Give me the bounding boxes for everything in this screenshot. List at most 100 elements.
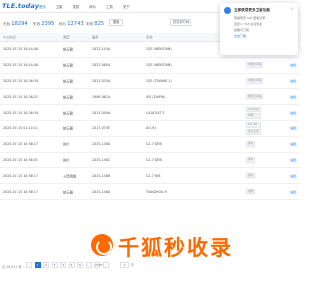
table-row[interactable]: 2025-07-15 10:44:48 航天器 2022-065A CSS (WENT… bbox=[0, 58, 300, 74]
cell-time: 2025-07-15 10:36:21 bbox=[3, 94, 39, 99]
cell-number: 2025-148A bbox=[92, 189, 111, 194]
page-button[interactable]: › bbox=[102, 262, 109, 268]
cell-name[interactable]: CSS (TIANHE-1) bbox=[146, 79, 172, 83]
table-row[interactable]: 2025-07-15 10:36:34 航天器 2013-049A LILACSAT … bbox=[0, 105, 300, 121]
page-button[interactable]: ‹ bbox=[26, 262, 32, 268]
table-row[interactable]: 2025-07-15 10:36:34 航天器 2021-035A CSS (TIAN… bbox=[0, 74, 300, 90]
cell-type: 碎片 bbox=[63, 158, 70, 163]
cell-type: 航天器 bbox=[63, 47, 73, 52]
goto-page-input[interactable]: 1 bbox=[120, 262, 129, 268]
chevron-down-icon: ▾ bbox=[187, 20, 189, 24]
table-row[interactable]: 2025-07-15 01:14:11 航天器 2017-073E AO-91 Fox-… bbox=[0, 121, 300, 137]
cell-tags: 碎片 bbox=[246, 157, 256, 163]
cell-number: 2021-035A bbox=[92, 78, 111, 83]
cell-number: 2022-143A bbox=[92, 47, 111, 52]
cell-tags: 中国空间站 bbox=[246, 62, 264, 68]
cell-time: 2025-07-15 10:36:17 bbox=[3, 173, 39, 178]
cell-name[interactable]: CZ-7 DEB bbox=[146, 142, 162, 146]
cell-name[interactable]: LILACSAT 2 bbox=[146, 111, 165, 115]
page-button[interactable]: 1 bbox=[34, 262, 41, 268]
table-row[interactable]: 2025-07-15 10:36:31 碎片 2025-148C CZ-7 DEB 碎片… bbox=[0, 153, 300, 169]
sort-select[interactable]: 按发射时间 ▾ bbox=[170, 19, 191, 26]
page-button[interactable]: 2 bbox=[43, 262, 49, 268]
table-row[interactable]: 2025-07-15 10:36:17 碎片 2025-148D CZ-7 DEB 碎片… bbox=[0, 137, 300, 153]
tag-badge: 碎片 bbox=[246, 157, 256, 163]
cell-type: 航天器 bbox=[63, 126, 73, 131]
nav-tools[interactable]: 工具 bbox=[106, 4, 113, 9]
table-row[interactable]: 2025-07-15 10:36:21 航天器 1998-067A ISS (ZARY… bbox=[0, 89, 300, 106]
table-row[interactable]: 2025-07-15 10:36:17 火箭残骸 2025-148B CZ-7 R/B… bbox=[0, 168, 300, 185]
cell-number: 2013-049A bbox=[92, 110, 111, 115]
page-button[interactable]: 2337 bbox=[94, 262, 103, 268]
detail-link[interactable]: 详情 bbox=[290, 126, 297, 131]
detail-link[interactable]: 详情 bbox=[290, 173, 297, 178]
watermark-text: 千狐秒收录 bbox=[118, 236, 233, 260]
page-button[interactable]: … bbox=[85, 262, 92, 268]
stat-unknown[interactable]: 未知825 bbox=[86, 21, 104, 27]
page-button[interactable]: 6 bbox=[77, 262, 83, 268]
nav-debris[interactable]: 碎片 bbox=[89, 4, 96, 9]
tag-badge: 业余卫星 bbox=[246, 128, 261, 135]
goto-page-label: 页 bbox=[131, 263, 135, 267]
col-type[interactable]: 类型 bbox=[63, 35, 70, 40]
cell-type: 航天器 bbox=[63, 63, 73, 68]
detail-link[interactable]: 详情 bbox=[290, 142, 297, 147]
stat-active[interactable]: 在轨18294 bbox=[3, 21, 28, 27]
cell-type: 航天器 bbox=[63, 111, 73, 116]
cell-number: 2025-148D bbox=[92, 142, 111, 147]
cell-type: 航天器 bbox=[63, 95, 73, 100]
page-button[interactable]: 5 bbox=[68, 262, 75, 268]
cell-time: 2025-07-15 10:36:17 bbox=[3, 189, 39, 194]
cell-time: 2025-07-15 10:36:17 bbox=[3, 142, 39, 147]
col-number[interactable]: 编号 bbox=[92, 35, 99, 40]
detail-link[interactable]: 详情 bbox=[290, 94, 297, 99]
detail-link[interactable]: 详情 bbox=[290, 110, 297, 115]
site-logo[interactable]: TLE.today bbox=[2, 2, 39, 10]
cell-name[interactable]: CSS (WENTIAN) bbox=[146, 47, 172, 51]
cell-name[interactable]: CZ-7 DEB bbox=[146, 158, 162, 162]
notification-link[interactable]: 点击了解 bbox=[234, 34, 246, 38]
cell-tags: 中国 bbox=[246, 188, 256, 195]
detail-link[interactable]: 详情 bbox=[290, 157, 297, 162]
close-icon[interactable]: × bbox=[291, 6, 294, 11]
pagination-total: 共 28,041 条 bbox=[2, 265, 22, 269]
tag-badge: 碎片 bbox=[246, 172, 256, 179]
search-button[interactable]: 搜索 bbox=[109, 19, 123, 26]
nav-home[interactable]: 首页 bbox=[39, 4, 46, 9]
cell-tags: 碎片 bbox=[246, 172, 256, 179]
notification-popup[interactable]: 立即获得更多卫星功能 × 查看所有 TLE 更新记录 自定义 TLE 关注列表 … bbox=[220, 3, 298, 55]
cell-tags: 碎片 bbox=[246, 141, 256, 147]
notification-title: 立即获得更多卫星功能 bbox=[234, 8, 270, 12]
cell-time: 2025-07-15 10:44:48 bbox=[3, 63, 39, 68]
notification-line: 自定义 TLE 关注列表 bbox=[234, 22, 263, 26]
cell-name[interactable]: CZ-7 R/B bbox=[146, 174, 161, 178]
page-button[interactable]: 4 bbox=[60, 262, 66, 268]
cell-type: 航天器 bbox=[63, 190, 73, 195]
col-time[interactable]: TLE时间 bbox=[3, 35, 16, 40]
detail-link[interactable]: 详情 bbox=[290, 189, 297, 194]
nav-satellites[interactable]: 卫星 bbox=[56, 4, 63, 9]
stat-debris[interactable]: 碎片12743 bbox=[59, 21, 84, 27]
cell-time: 2025-07-15 10:36:34 bbox=[3, 78, 39, 83]
main-nav: 首页 卫星 发射 碎片 工具 关于 bbox=[39, 4, 130, 9]
page-button[interactable]: 3 bbox=[51, 262, 58, 268]
detail-link[interactable]: 详情 bbox=[290, 78, 297, 83]
tag-badge: 中国 bbox=[246, 188, 256, 195]
cell-name[interactable]: AO-91 bbox=[146, 126, 156, 130]
notification-line: 提醒与订阅 bbox=[234, 28, 250, 32]
col-name[interactable]: 名称 bbox=[146, 35, 153, 40]
nav-about[interactable]: 关于 bbox=[123, 4, 130, 9]
table-row[interactable]: 2025-07-15 10:36:17 航天器 2025-148A TIANZHOU-… bbox=[0, 184, 300, 200]
tag-badge: CLASSIC bbox=[246, 106, 262, 113]
detail-link[interactable]: 详情 bbox=[290, 63, 297, 68]
bell-icon bbox=[224, 7, 231, 14]
cell-name[interactable]: CSS (WENTIAN) bbox=[146, 63, 172, 67]
stat-inactive[interactable]: 失效2395 bbox=[33, 21, 54, 27]
cell-type: 火箭残骸 bbox=[63, 174, 77, 179]
cell-name[interactable]: ISS (ZARYA) bbox=[146, 95, 165, 99]
cell-number: 2025-148C bbox=[92, 157, 111, 162]
cell-type: 航天器 bbox=[63, 79, 73, 84]
cell-name[interactable]: TIANZHOU-9 bbox=[146, 190, 167, 194]
nav-launches[interactable]: 发射 bbox=[73, 4, 80, 9]
cell-tags: 中国空间站 bbox=[246, 78, 264, 84]
